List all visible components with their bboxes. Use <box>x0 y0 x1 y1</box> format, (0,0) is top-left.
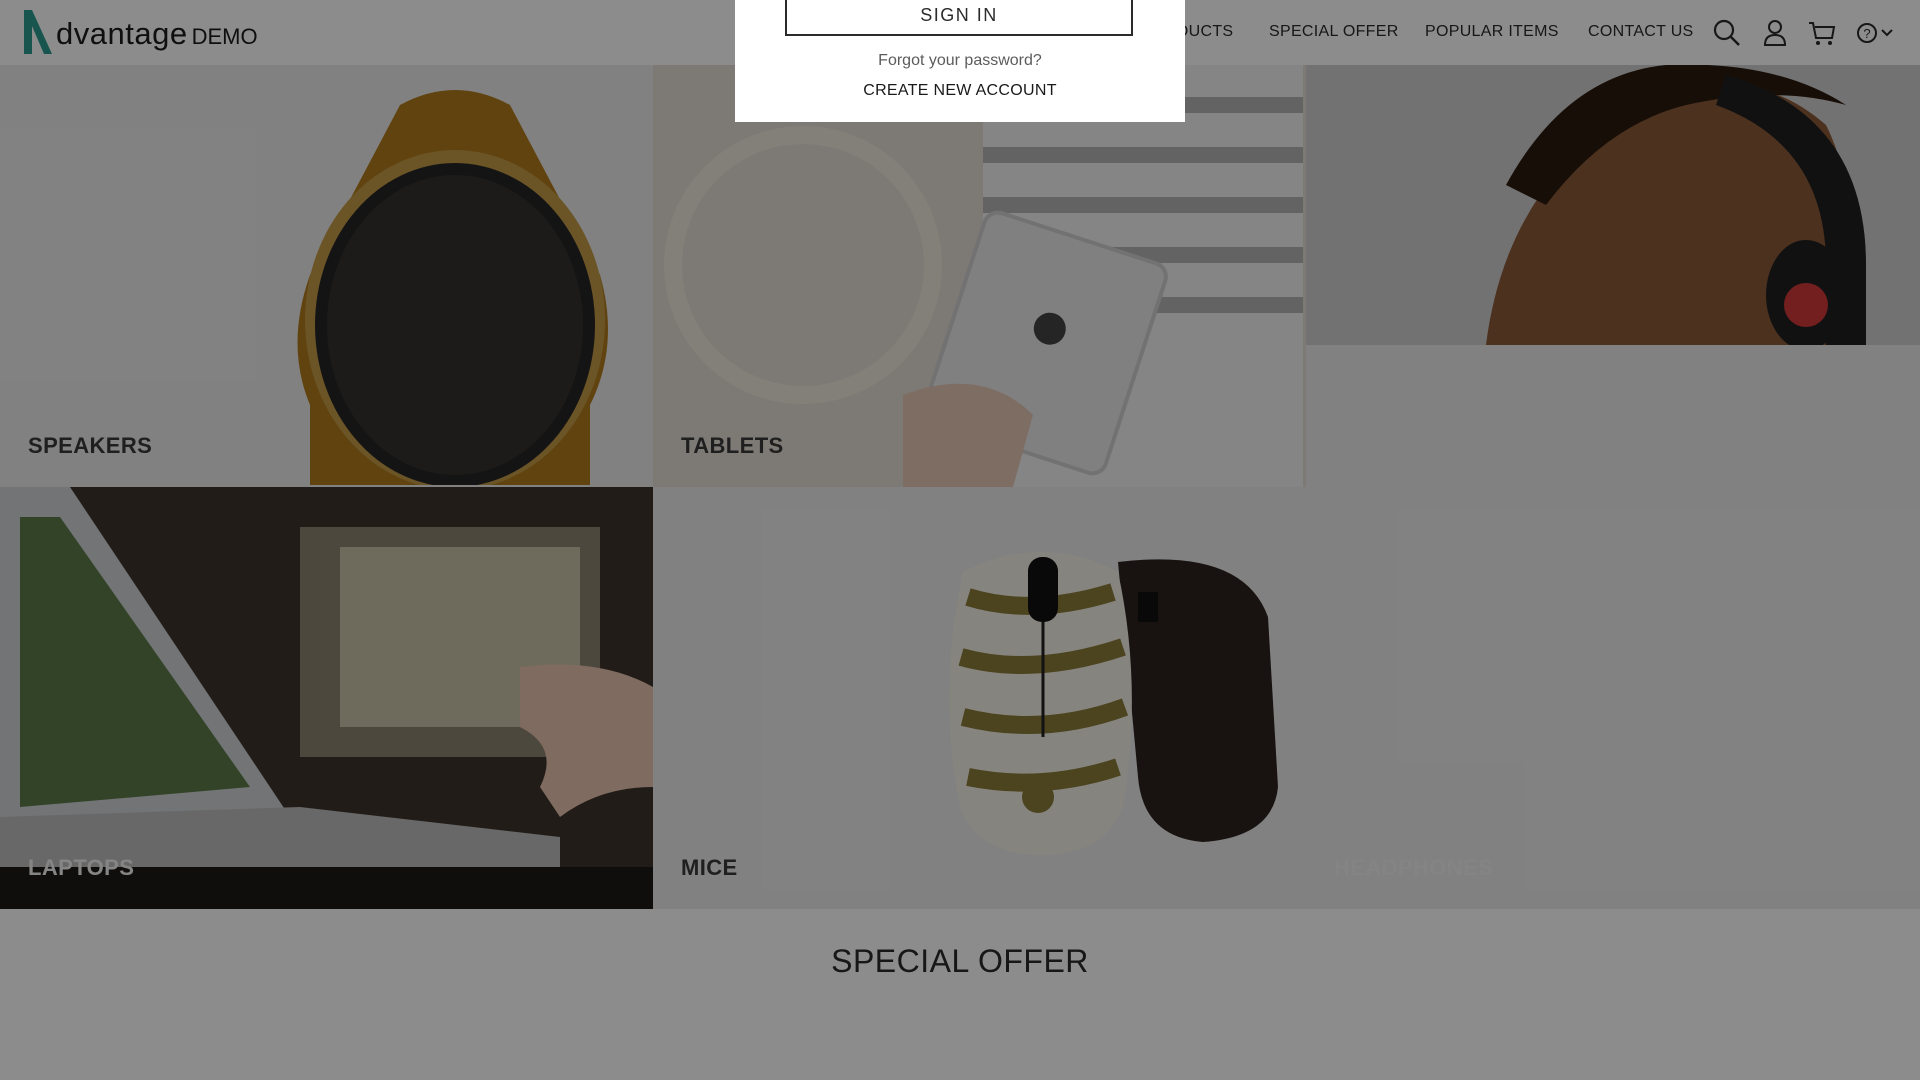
login-popup: SIGN IN Forgot your password? CREATE NEW… <box>735 0 1185 122</box>
forgot-password-link[interactable]: Forgot your password? <box>735 52 1185 70</box>
create-account-link[interactable]: CREATE NEW ACCOUNT <box>735 82 1185 100</box>
sign-in-button[interactable]: SIGN IN <box>785 0 1133 36</box>
modal-overlay[interactable] <box>0 0 1920 1080</box>
